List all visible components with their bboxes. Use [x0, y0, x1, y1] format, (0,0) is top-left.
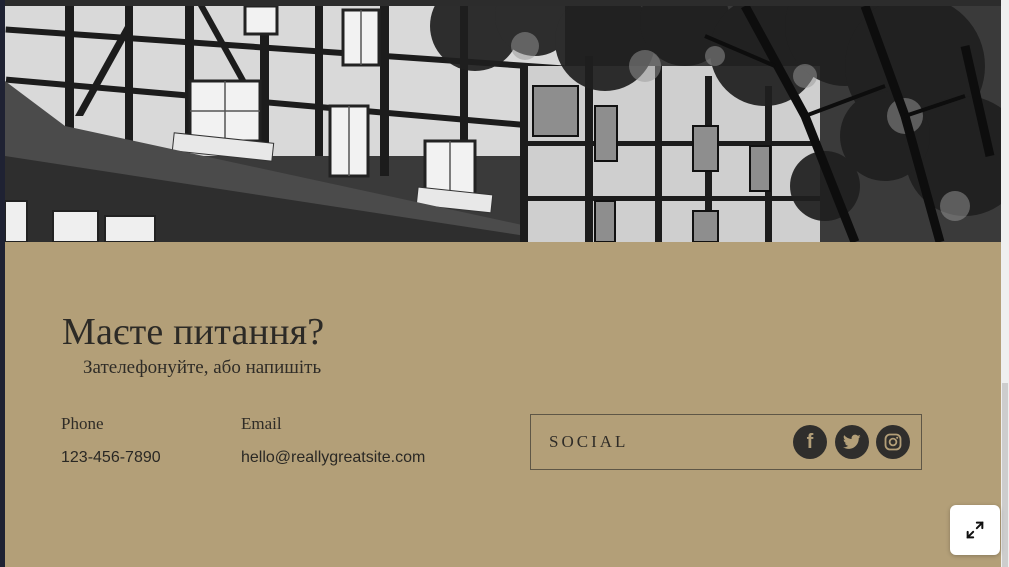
- instagram-icon[interactable]: [876, 425, 910, 459]
- expand-button[interactable]: [950, 505, 1000, 555]
- hero-image: [5, 6, 1001, 242]
- page-scrollbar[interactable]: [1001, 0, 1009, 567]
- twitter-bird-glyph: [843, 434, 861, 449]
- facebook-icon[interactable]: f: [793, 425, 827, 459]
- instagram-camera-glyph: [884, 433, 902, 451]
- contact-title: Маєте питання?: [62, 311, 325, 353]
- social-label: SOCIAL: [549, 432, 629, 451]
- phone-label: Phone: [61, 414, 104, 433]
- page: Маєте питання? Зателефонуйте, або напиші…: [5, 0, 1001, 567]
- email-label: Email: [241, 414, 282, 433]
- expand-icon: [966, 521, 984, 539]
- scrollbar-thumb[interactable]: [1002, 383, 1008, 567]
- building-photo: [5, 6, 1001, 242]
- social-bar: SOCIAL f: [530, 414, 922, 470]
- email-address[interactable]: hello@reallygreatsite.com: [241, 449, 425, 467]
- facebook-glyph: f: [806, 430, 814, 453]
- phone-number[interactable]: 123-456-7890: [61, 449, 161, 467]
- contact-subtitle: Зателефонуйте, або напишіть: [83, 357, 322, 378]
- twitter-icon[interactable]: [835, 425, 869, 459]
